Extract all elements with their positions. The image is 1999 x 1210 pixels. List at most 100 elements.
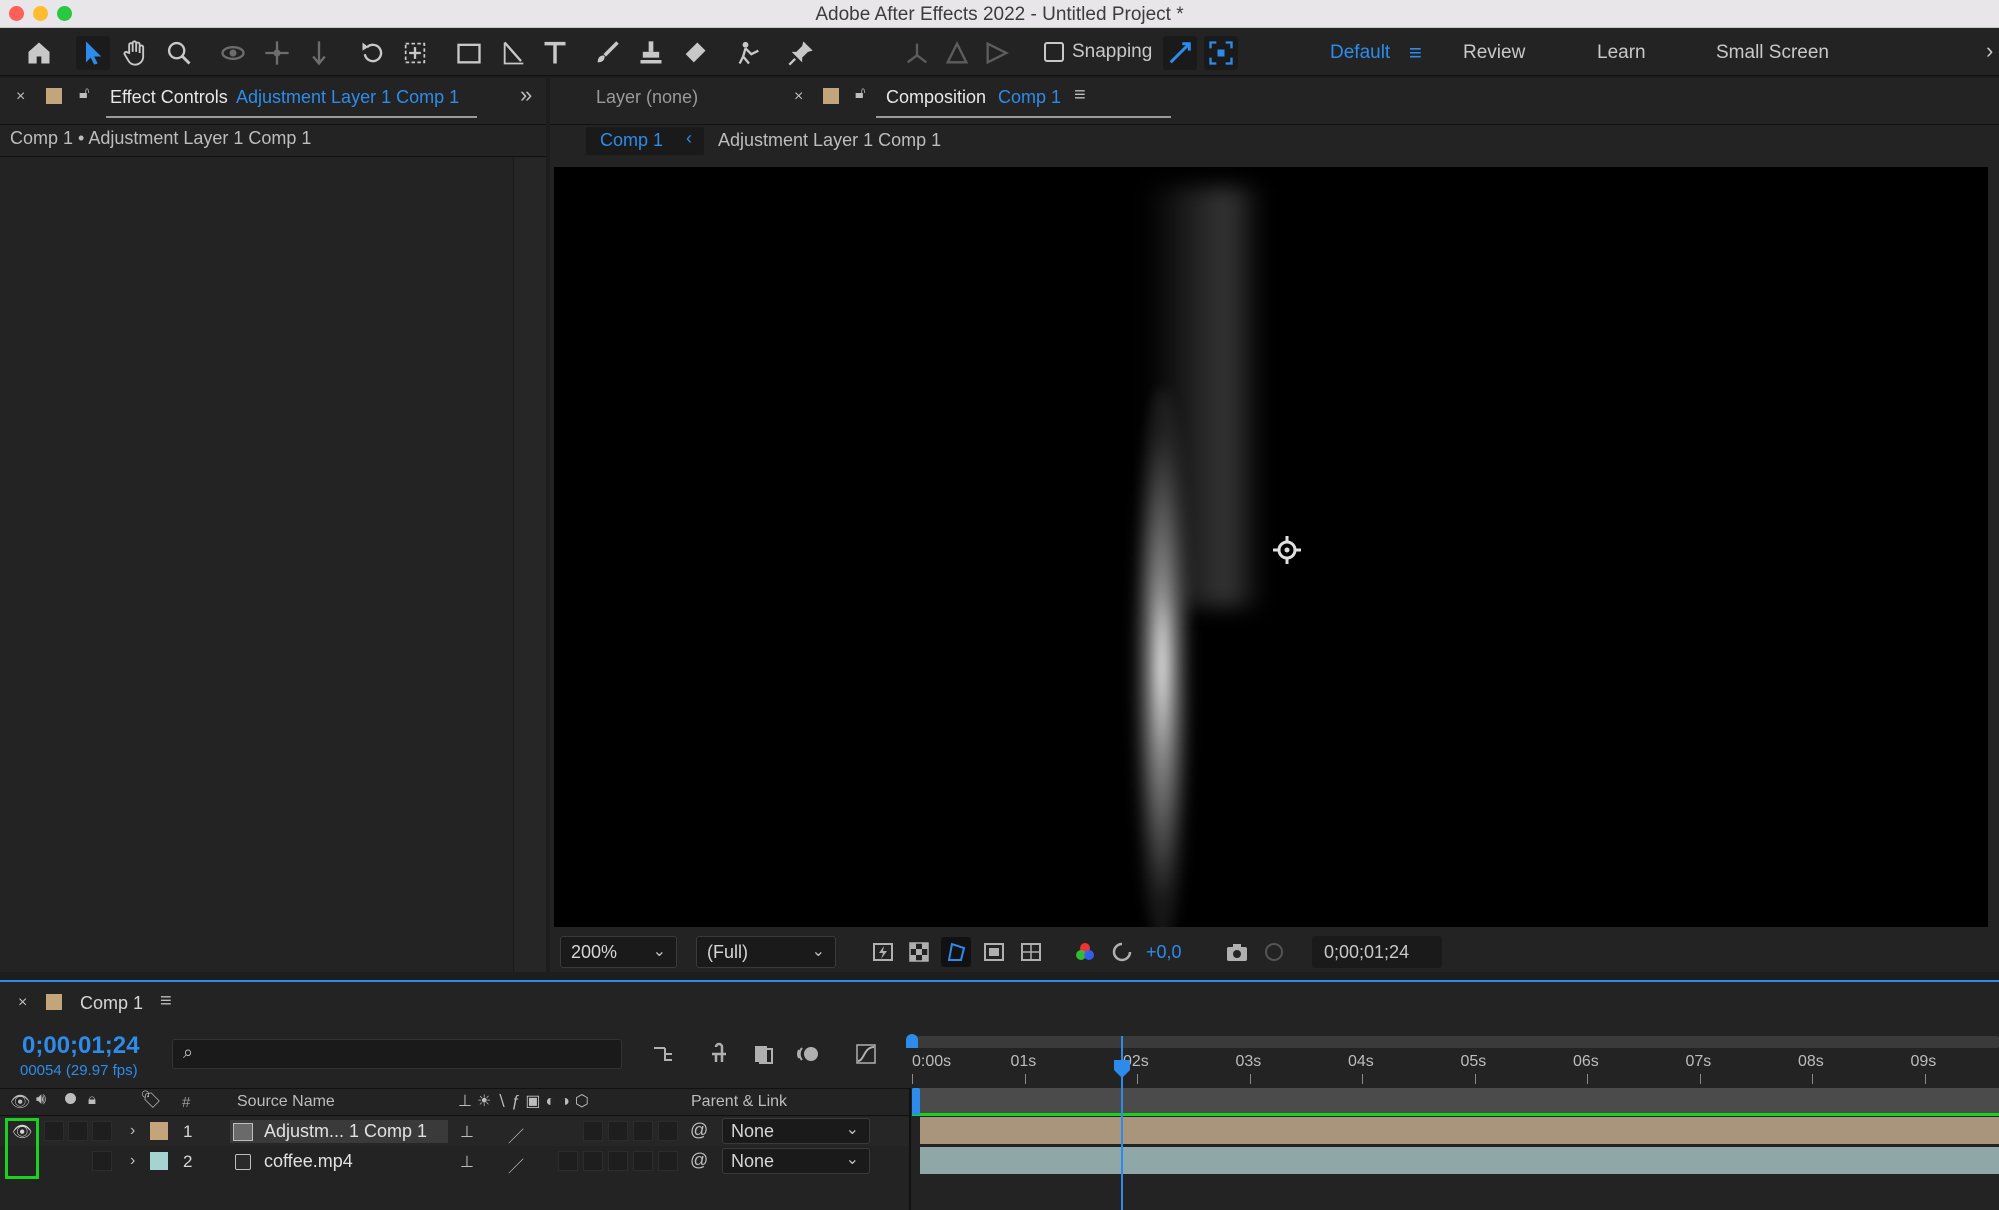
workspace-menu-icon[interactable]: ≡ — [1409, 40, 1422, 66]
selection-tool-icon[interactable] — [76, 36, 110, 70]
close-tab-icon[interactable]: × — [794, 88, 803, 106]
layer-crumb-label[interactable]: Adjustment Layer 1 Comp 1 — [718, 130, 941, 151]
layer-tab[interactable]: Layer (none) — [596, 87, 698, 108]
viewer-timecode[interactable]: 0;00;01;24 — [1324, 942, 1409, 963]
workspace-learn[interactable]: Learn — [1597, 42, 1646, 64]
region-of-interest-icon[interactable] — [979, 937, 1009, 967]
switch-cell[interactable] — [658, 1151, 678, 1171]
snap-features-icon[interactable] — [1204, 36, 1238, 70]
home-icon[interactable] — [22, 36, 56, 70]
switch-cell[interactable] — [583, 1151, 603, 1171]
composition-canvas[interactable] — [554, 167, 1988, 927]
timeline-divider[interactable] — [909, 1088, 911, 1210]
zoom-dropdown[interactable]: 200% ⌄ — [560, 936, 677, 968]
pan-camera-icon[interactable] — [260, 36, 294, 70]
workspace-small-screen[interactable]: Small Screen — [1716, 42, 1829, 64]
parent-link-header[interactable]: Parent & Link — [691, 1093, 787, 1111]
solo-icon[interactable] — [65, 1093, 76, 1104]
layer-name[interactable]: Adjustm... 1 Comp 1 — [264, 1121, 427, 1142]
workspace-overflow-icon[interactable]: › — [1986, 38, 1993, 64]
eraser-tool-icon[interactable] — [678, 36, 712, 70]
channels-icon[interactable] — [1070, 937, 1100, 967]
workspace-default[interactable]: Default — [1330, 42, 1390, 64]
work-area-start-handle[interactable] — [906, 1034, 918, 1048]
expand-chevron-icon[interactable]: › — [130, 1152, 135, 1170]
rotation-tool-icon[interactable] — [356, 36, 390, 70]
composition-tab-target[interactable]: Comp 1 — [998, 87, 1061, 108]
expand-chevron-icon[interactable]: › — [130, 1122, 135, 1140]
exposure-value[interactable]: +0,0 — [1146, 942, 1182, 963]
orbit-camera-icon[interactable] — [216, 36, 250, 70]
audio-switch-cell[interactable] — [44, 1121, 64, 1141]
shy-switch-icon[interactable]: ⊥ — [460, 1152, 474, 1172]
quality-switch-icon[interactable]: ／ — [508, 1153, 524, 1177]
type-tool-icon[interactable] — [538, 36, 572, 70]
axis-view-icon[interactable] — [980, 36, 1014, 70]
in-point-marker[interactable] — [912, 1088, 920, 1115]
dolly-camera-icon[interactable] — [302, 36, 336, 70]
shy-layers-icon[interactable] — [704, 1039, 734, 1069]
layer-label-color[interactable] — [150, 1122, 168, 1140]
hand-tool-icon[interactable] — [118, 36, 152, 70]
switch-cell[interactable] — [633, 1151, 653, 1171]
lock-icon[interactable]: 🔒︎ — [88, 1091, 96, 1108]
comp-crumb-label[interactable]: Comp 1 — [600, 130, 663, 151]
parent-dropdown[interactable]: None ⌄ — [722, 1118, 870, 1144]
axis-local-icon[interactable] — [900, 36, 934, 70]
pen-tool-icon[interactable] — [497, 36, 531, 70]
lock-icon[interactable]: 🔓︎ — [855, 85, 865, 103]
close-panel-icon[interactable]: × — [16, 88, 25, 106]
brush-tool-icon[interactable] — [590, 36, 624, 70]
roto-brush-tool-icon[interactable] — [732, 36, 766, 70]
time-ruler[interactable]: 0:00s 01s 02s 03s 04s 05s 06s 07s 08s 09s — [912, 1048, 1999, 1086]
switch-cell[interactable] — [608, 1121, 628, 1141]
shy-switch-icon[interactable]: ⊥ — [460, 1122, 474, 1142]
resolution-dropdown[interactable]: (Full) ⌄ — [696, 936, 836, 968]
workspace-review[interactable]: Review — [1463, 42, 1525, 64]
snapshot-camera-icon[interactable] — [1222, 937, 1252, 967]
pick-whip-icon[interactable]: @ — [690, 1120, 708, 1141]
mask-visibility-icon[interactable] — [941, 937, 971, 967]
layer-label-color[interactable] — [150, 1152, 168, 1170]
grid-guides-icon[interactable] — [1016, 937, 1046, 967]
eye-icon[interactable]: 👁︎ — [10, 1092, 30, 1112]
playhead-handle[interactable] — [1112, 1060, 1132, 1080]
composition-tab[interactable]: Composition — [886, 87, 986, 108]
label-tag-icon[interactable]: 🏷︎ — [140, 1090, 162, 1110]
switch-cell[interactable] — [583, 1121, 603, 1141]
fast-previews-icon[interactable] — [868, 937, 898, 967]
audio-icon[interactable]: 🔊︎ — [36, 1091, 46, 1109]
solo-switch-cell[interactable] — [68, 1121, 88, 1141]
switch-cell[interactable] — [608, 1151, 628, 1171]
layer-bar-coffee[interactable] — [920, 1147, 1999, 1174]
show-snapshot-icon[interactable] — [1259, 937, 1289, 967]
clone-stamp-tool-icon[interactable] — [634, 36, 668, 70]
panel-menu-icon[interactable]: ≡ — [160, 990, 172, 1013]
graph-editor-icon[interactable] — [851, 1039, 881, 1069]
table-row[interactable]: › 1 Adjustm... 1 Comp 1 ⊥ ／ @ None ⌄ — [0, 1117, 910, 1146]
layer-name[interactable]: coffee.mp4 — [264, 1151, 353, 1172]
zoom-tool-icon[interactable] — [162, 36, 196, 70]
work-area-bar[interactable] — [912, 1036, 1999, 1048]
frame-blending-icon[interactable] — [748, 1039, 778, 1069]
parent-dropdown[interactable]: None ⌄ — [722, 1148, 870, 1174]
motion-blur-icon[interactable] — [793, 1039, 823, 1069]
panel-menu-icon[interactable]: ≡ — [1074, 84, 1086, 107]
reset-exposure-icon[interactable] — [1107, 937, 1137, 967]
effect-controls-scrollbar[interactable] — [513, 158, 546, 972]
switch-cell[interactable] — [558, 1151, 578, 1171]
current-time-display[interactable]: 0;00;01;24 — [22, 1032, 139, 1060]
lock-switch-cell[interactable] — [92, 1121, 112, 1141]
effect-controls-tab[interactable]: Effect Controls — [110, 87, 228, 108]
close-tab-icon[interactable]: × — [18, 994, 27, 1012]
timeline-tab[interactable]: Comp 1 — [80, 993, 143, 1014]
layer-search-input[interactable]: ⌕ — [172, 1039, 622, 1069]
panel-overflow-icon[interactable]: » — [520, 82, 532, 108]
source-name-header[interactable]: Source Name — [237, 1093, 335, 1111]
snapping-checkbox[interactable] — [1044, 42, 1064, 62]
switch-cell[interactable] — [633, 1121, 653, 1141]
chevron-left-icon[interactable]: ‹ — [686, 128, 692, 149]
rectangle-tool-icon[interactable] — [452, 36, 486, 70]
layer-bar-adjustment[interactable] — [920, 1117, 1999, 1144]
snap-edges-icon[interactable] — [1163, 36, 1197, 70]
